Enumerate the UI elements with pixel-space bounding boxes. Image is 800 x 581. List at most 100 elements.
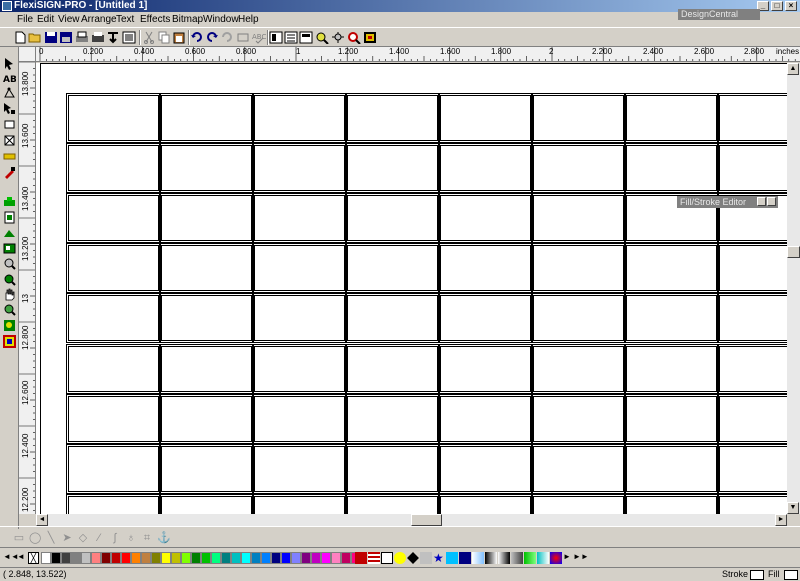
document-manager-icon[interactable] (284, 31, 298, 44)
layers-icon[interactable] (269, 31, 283, 44)
plot-icon[interactable] (91, 31, 105, 44)
rectangle-object[interactable] (531, 93, 626, 143)
color-swatch[interactable] (121, 552, 131, 564)
menu-window[interactable]: Window (203, 13, 239, 26)
menu-view[interactable]: View (58, 13, 80, 26)
menu-arrange[interactable]: Arrange (81, 13, 117, 26)
color-swatch[interactable] (41, 552, 51, 564)
redo-icon[interactable] (205, 31, 219, 44)
rectangle-object[interactable] (624, 243, 719, 293)
palette-next-icon[interactable]: ► (563, 552, 571, 561)
output-icon[interactable] (106, 31, 120, 44)
lasso-icon[interactable]: ◯ (29, 532, 41, 544)
save-icon[interactable] (44, 31, 58, 44)
paste-icon[interactable] (157, 31, 171, 44)
color-swatch[interactable] (51, 552, 61, 564)
color-swatch[interactable] (341, 552, 351, 564)
color-tools-icon[interactable] (299, 31, 313, 44)
delete-icon[interactable] (220, 31, 234, 44)
special-swatch-cyan[interactable] (446, 552, 458, 564)
bucket-icon[interactable]: ♁ (125, 532, 137, 544)
rectangle-object[interactable] (252, 143, 347, 193)
rectangle-object[interactable] (717, 344, 787, 394)
scroll-up-button[interactable]: ▲ (787, 63, 799, 75)
scroll-right-button[interactable]: ► (775, 514, 787, 526)
rectangle-object[interactable] (438, 344, 533, 394)
fill-stroke-editor[interactable]: Fill/Stroke Editor (677, 196, 778, 208)
color-swatch[interactable] (311, 552, 321, 564)
color-swatch[interactable] (171, 552, 181, 564)
horizontal-scroll-thumb[interactable] (411, 514, 442, 526)
rectangle-object[interactable] (345, 344, 440, 394)
rectangle-object[interactable] (66, 344, 161, 394)
color-swatch[interactable] (81, 552, 91, 564)
grid-icon[interactable] (363, 31, 377, 44)
color-swatch[interactable] (91, 552, 101, 564)
ruler-corner[interactable] (19, 47, 36, 62)
paste-special-icon[interactable] (172, 31, 186, 44)
vertical-ruler[interactable]: 13.800 13.600 13.400 13.200 13 12.800 12… (19, 62, 36, 514)
select-arrow-icon[interactable] (3, 57, 16, 70)
special-swatch-gradient-dark[interactable] (511, 552, 523, 564)
special-swatch-stripes[interactable] (368, 552, 380, 564)
horizontal-ruler[interactable]: 0 0.200 0.400 0.600 0.800 1 1.200 1.400 … (36, 47, 800, 62)
rectangle-object[interactable] (252, 293, 347, 343)
rectangle-object[interactable] (531, 243, 626, 293)
rectangle-object[interactable] (531, 193, 626, 243)
shape-node-icon[interactable] (3, 87, 16, 100)
rectangle-object[interactable] (438, 444, 533, 494)
rectangle-object[interactable] (717, 143, 787, 193)
color-swatch[interactable] (111, 552, 121, 564)
fill-stroke-icon[interactable] (3, 335, 16, 348)
color-swatch[interactable] (291, 552, 301, 564)
rectangle-object[interactable] (345, 93, 440, 143)
rectangle-object[interactable] (438, 494, 533, 514)
open-icon[interactable] (28, 31, 42, 44)
rectangle-object[interactable] (717, 293, 787, 343)
rectangle-object[interactable] (252, 193, 347, 243)
rectangle-object[interactable] (531, 444, 626, 494)
special-swatch-gear[interactable] (381, 552, 393, 564)
scroll-left-button[interactable]: ◄ (36, 514, 48, 526)
zoom-icon[interactable] (347, 31, 361, 44)
rectangle-object[interactable] (159, 143, 254, 193)
copy-icon[interactable] (142, 31, 156, 44)
special-swatch-star[interactable]: ★ (433, 552, 445, 564)
rectangle-object[interactable] (252, 93, 347, 143)
rectangle-object[interactable] (531, 494, 626, 514)
contour-icon[interactable] (3, 227, 16, 240)
object-properties-icon[interactable] (236, 31, 250, 44)
maximize-button[interactable]: □ (771, 1, 783, 11)
rectangle-object[interactable] (624, 293, 719, 343)
rectangle-object[interactable] (159, 93, 254, 143)
print-icon[interactable] (75, 31, 89, 44)
no-color-swatch[interactable]: ╳ (28, 552, 39, 564)
vertical-scroll-thumb[interactable] (787, 246, 800, 258)
rectangle-object[interactable] (66, 494, 161, 514)
rectangle-object[interactable] (252, 444, 347, 494)
rectangle-object[interactable] (345, 243, 440, 293)
rectangle-object[interactable] (345, 444, 440, 494)
text-tool-icon[interactable]: AB (3, 72, 16, 85)
frame-tool-icon[interactable] (3, 134, 16, 147)
zoom-fit-icon[interactable] (315, 31, 329, 44)
rectangle-object[interactable] (438, 193, 533, 243)
pen-tool-icon[interactable] (3, 102, 16, 115)
color-swatch[interactable] (261, 552, 271, 564)
new-icon[interactable] (13, 31, 27, 44)
special-swatch-navy[interactable] (459, 552, 471, 564)
color-replace-icon[interactable] (3, 319, 16, 332)
special-swatch-diamond[interactable] (407, 552, 419, 564)
rectangle-object[interactable] (66, 444, 161, 494)
crop-icon[interactable]: ⌗ (141, 532, 153, 544)
rectangle-object[interactable] (624, 394, 719, 444)
color-swatch[interactable] (321, 552, 331, 564)
rectangle-object[interactable] (345, 394, 440, 444)
color-swatch[interactable] (201, 552, 211, 564)
scroll-down-button[interactable]: ▼ (787, 502, 799, 514)
rectangle-object[interactable] (345, 494, 440, 514)
special-swatch-gradient-gray[interactable] (485, 552, 497, 564)
rectangle-object[interactable] (66, 93, 161, 143)
rectangle-object[interactable] (252, 494, 347, 514)
rectangle-object[interactable] (252, 394, 347, 444)
